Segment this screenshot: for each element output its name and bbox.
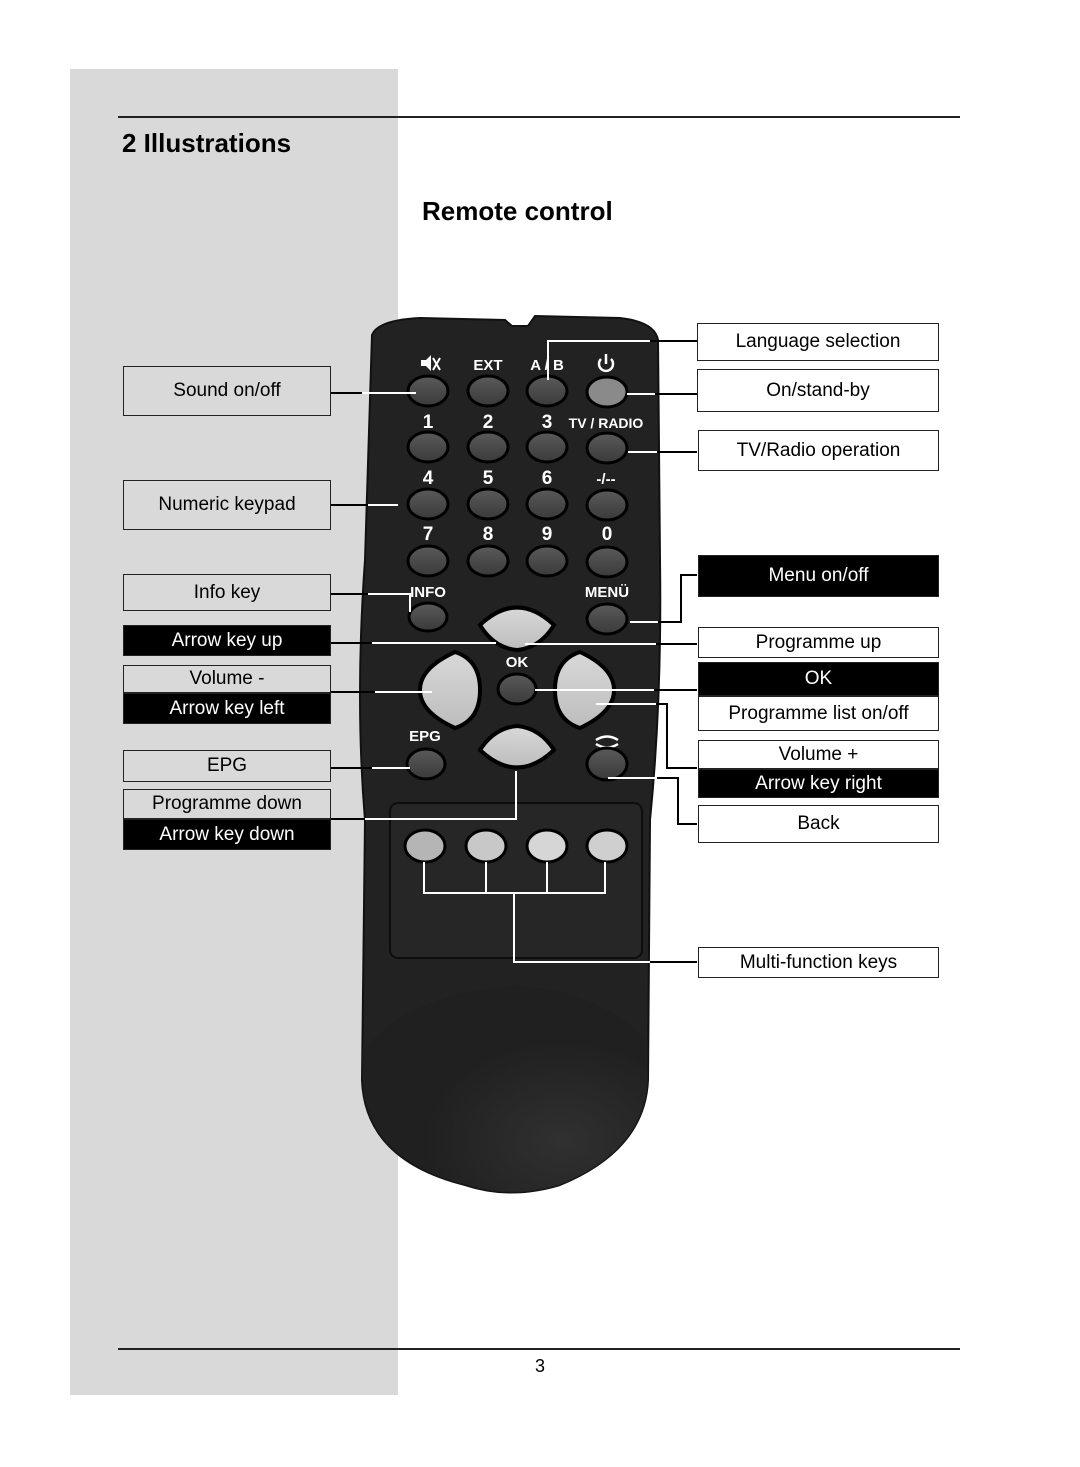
digit-3-label: 3 <box>542 412 553 433</box>
callout-ok: OK <box>698 662 939 696</box>
digit-2-button <box>466 430 510 464</box>
digit-9-label: 9 <box>542 524 553 545</box>
ext-label: EXT <box>473 357 502 374</box>
epg-label: EPG <box>409 728 441 745</box>
ext-button <box>466 374 510 408</box>
mute-button <box>406 374 450 408</box>
digit-1-button <box>406 430 450 464</box>
digit-6-button <box>525 487 569 521</box>
digit-8-button <box>466 544 510 578</box>
digit-7-button <box>406 544 450 578</box>
callout-numeric-keypad: Numeric keypad <box>123 480 331 530</box>
callout-epg: EPG <box>123 750 331 782</box>
digit-4-button <box>406 487 450 521</box>
callout-programme-list-on-off: Programme list on/off <box>698 696 939 731</box>
multifunction-key-2 <box>464 828 508 864</box>
plus-minus-button <box>585 488 629 522</box>
digit-2-label: 2 <box>483 412 494 433</box>
multifunction-key-4 <box>585 828 629 864</box>
digit-0-label: 0 <box>602 524 613 545</box>
callout-volume-plus: Volume + <box>698 740 939 769</box>
digit-5-label: 5 <box>483 468 494 489</box>
callout-on-standby: On/stand-by <box>697 369 939 412</box>
info-button <box>407 601 449 633</box>
info-label: INFO <box>410 584 446 601</box>
digit-4-label: 4 <box>423 468 434 489</box>
callout-arrow-key-down: Arrow key down <box>123 819 331 850</box>
callout-arrow-key-right: Arrow key right <box>698 769 939 798</box>
multifunction-key-3 <box>525 828 569 864</box>
digit-5-button <box>466 487 510 521</box>
back-button <box>585 746 629 782</box>
callout-sound-on-off: Sound on/off <box>123 366 331 416</box>
digit-6-label: 6 <box>542 468 553 489</box>
digit-7-label: 7 <box>423 524 434 545</box>
remote-control-illustration: EXT A / B 1 2 3 TV / RADIO 4 5 6 -/-- 7 … <box>330 314 697 1194</box>
callout-programme-down: Programme down <box>123 789 331 819</box>
digit-0-button <box>585 545 629 579</box>
tv-radio-button <box>585 431 629 465</box>
digit-8-label: 8 <box>483 524 494 545</box>
digit-9-button <box>525 544 569 578</box>
menu-button <box>585 602 629 636</box>
callout-multi-function-keys: Multi-function keys <box>698 947 939 978</box>
plus-minus-label: -/-- <box>596 471 615 488</box>
menu-label: MENÜ <box>585 584 629 601</box>
callout-back: Back <box>698 805 939 843</box>
multifunction-key-1 <box>403 828 447 864</box>
tv-radio-label: TV / RADIO <box>569 415 644 431</box>
ok-label: OK <box>506 654 529 671</box>
callout-arrow-key-left: Arrow key left <box>123 693 331 724</box>
ok-button <box>496 672 538 706</box>
callout-language-selection: Language selection <box>697 323 939 361</box>
callout-info-key: Info key <box>123 574 331 611</box>
callout-volume-minus: Volume - <box>123 665 331 693</box>
digit-1-label: 1 <box>423 412 434 433</box>
epg-button <box>405 747 447 781</box>
ab-button <box>525 374 569 408</box>
callout-programme-up: Programme up <box>698 627 939 658</box>
callout-arrow-key-up: Arrow key up <box>123 625 331 656</box>
power-button <box>585 375 629 409</box>
digit-3-button <box>525 430 569 464</box>
callout-menu-on-off: Menu on/off <box>698 555 939 597</box>
callout-tv-radio-operation: TV/Radio operation <box>698 430 939 471</box>
